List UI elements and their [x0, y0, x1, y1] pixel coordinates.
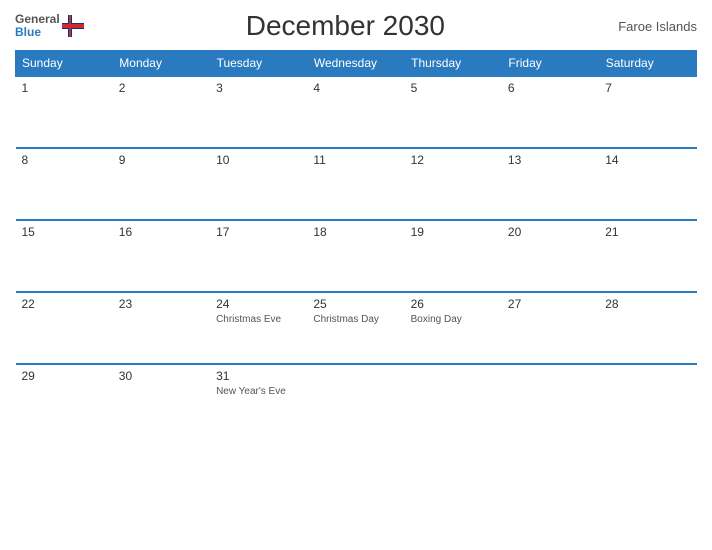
table-row: 1 — [16, 76, 113, 148]
day-number: 19 — [411, 225, 496, 239]
table-row — [599, 364, 696, 429]
table-row: 5 — [405, 76, 502, 148]
table-row: 4 — [307, 76, 404, 148]
table-row: 9 — [113, 148, 210, 220]
table-row: 31 New Year's Eve — [210, 364, 307, 429]
table-row: 27 — [502, 292, 599, 364]
logo-flag-icon — [62, 15, 84, 37]
table-row — [502, 364, 599, 429]
day-number: 24 — [216, 297, 301, 311]
table-row: 8 — [16, 148, 113, 220]
day-number: 31 — [216, 369, 301, 383]
day-number: 30 — [119, 369, 204, 383]
day-number: 8 — [22, 153, 107, 167]
calendar-week-row: 89 10 11 12 13 14 — [16, 148, 697, 220]
table-row: 17 — [210, 220, 307, 292]
day-number: 22 — [22, 297, 107, 311]
table-row: 13 — [502, 148, 599, 220]
day-number: 5 — [411, 81, 496, 95]
table-row: 10 — [210, 148, 307, 220]
day-number: 23 — [119, 297, 204, 311]
table-row: 12 — [405, 148, 502, 220]
table-row: 11 — [307, 148, 404, 220]
col-wednesday: Wednesday — [307, 51, 404, 77]
day-number: 14 — [605, 153, 690, 167]
weekday-header-row: Sunday Monday Tuesday Wednesday Thursday… — [16, 51, 697, 77]
table-row: 29 — [16, 364, 113, 429]
table-row: 20 — [502, 220, 599, 292]
table-row: 2 — [113, 76, 210, 148]
logo: General Blue — [15, 13, 84, 39]
day-number: 21 — [605, 225, 690, 239]
calendar-header: General Blue December 2030 Faroe Islands — [15, 10, 697, 42]
table-row: 3 — [210, 76, 307, 148]
day-number: 9 — [119, 153, 204, 167]
day-number: 28 — [605, 297, 690, 311]
table-row: 6 — [502, 76, 599, 148]
day-number: 2 — [119, 81, 204, 95]
table-row: 25 Christmas Day — [307, 292, 404, 364]
day-number: 13 — [508, 153, 593, 167]
table-row: 15 — [16, 220, 113, 292]
day-number: 27 — [508, 297, 593, 311]
day-number: 10 — [216, 153, 301, 167]
day-number: 25 — [313, 297, 398, 311]
table-row — [307, 364, 404, 429]
day-number: 6 — [508, 81, 593, 95]
day-number: 20 — [508, 225, 593, 239]
col-thursday: Thursday — [405, 51, 502, 77]
table-row: 28 — [599, 292, 696, 364]
col-monday: Monday — [113, 51, 210, 77]
col-tuesday: Tuesday — [210, 51, 307, 77]
table-row: 19 — [405, 220, 502, 292]
holiday-label: Christmas Eve — [216, 313, 301, 326]
calendar-table: Sunday Monday Tuesday Wednesday Thursday… — [15, 50, 697, 429]
day-number: 4 — [313, 81, 398, 95]
table-row: 16 — [113, 220, 210, 292]
day-number: 17 — [216, 225, 301, 239]
day-number: 11 — [313, 153, 398, 167]
holiday-label: Boxing Day — [411, 313, 496, 326]
col-friday: Friday — [502, 51, 599, 77]
col-sunday: Sunday — [16, 51, 113, 77]
holiday-label: Christmas Day — [313, 313, 398, 326]
calendar-week-row: 22 23 24 Christmas Eve 25 Christmas Day 26 Boxi… — [16, 292, 697, 364]
day-number: 18 — [313, 225, 398, 239]
calendar-container: General Blue December 2030 Faroe Islands… — [0, 0, 712, 550]
calendar-week-row: 29 30 31 New Year's Eve — [16, 364, 697, 429]
day-number: 29 — [22, 369, 107, 383]
table-row: 26 Boxing Day — [405, 292, 502, 364]
day-number: 15 — [22, 225, 107, 239]
table-row: 30 — [113, 364, 210, 429]
day-number: 1 — [22, 81, 107, 95]
table-row: 24 Christmas Eve — [210, 292, 307, 364]
day-number: 7 — [605, 81, 690, 95]
day-number: 26 — [411, 297, 496, 311]
calendar-week-row: 1234567 — [16, 76, 697, 148]
table-row — [405, 364, 502, 429]
month-title: December 2030 — [84, 10, 607, 42]
holiday-label: New Year's Eve — [216, 385, 301, 398]
calendar-week-row: 15 16 17 18 19 20 21 — [16, 220, 697, 292]
col-saturday: Saturday — [599, 51, 696, 77]
day-number: 16 — [119, 225, 204, 239]
table-row: 23 — [113, 292, 210, 364]
table-row: 14 — [599, 148, 696, 220]
logo-blue-text: Blue — [15, 26, 60, 39]
table-row: 21 — [599, 220, 696, 292]
day-number: 3 — [216, 81, 301, 95]
table-row: 22 — [16, 292, 113, 364]
table-row: 18 — [307, 220, 404, 292]
day-number: 12 — [411, 153, 496, 167]
table-row: 7 — [599, 76, 696, 148]
region-label: Faroe Islands — [607, 19, 697, 34]
